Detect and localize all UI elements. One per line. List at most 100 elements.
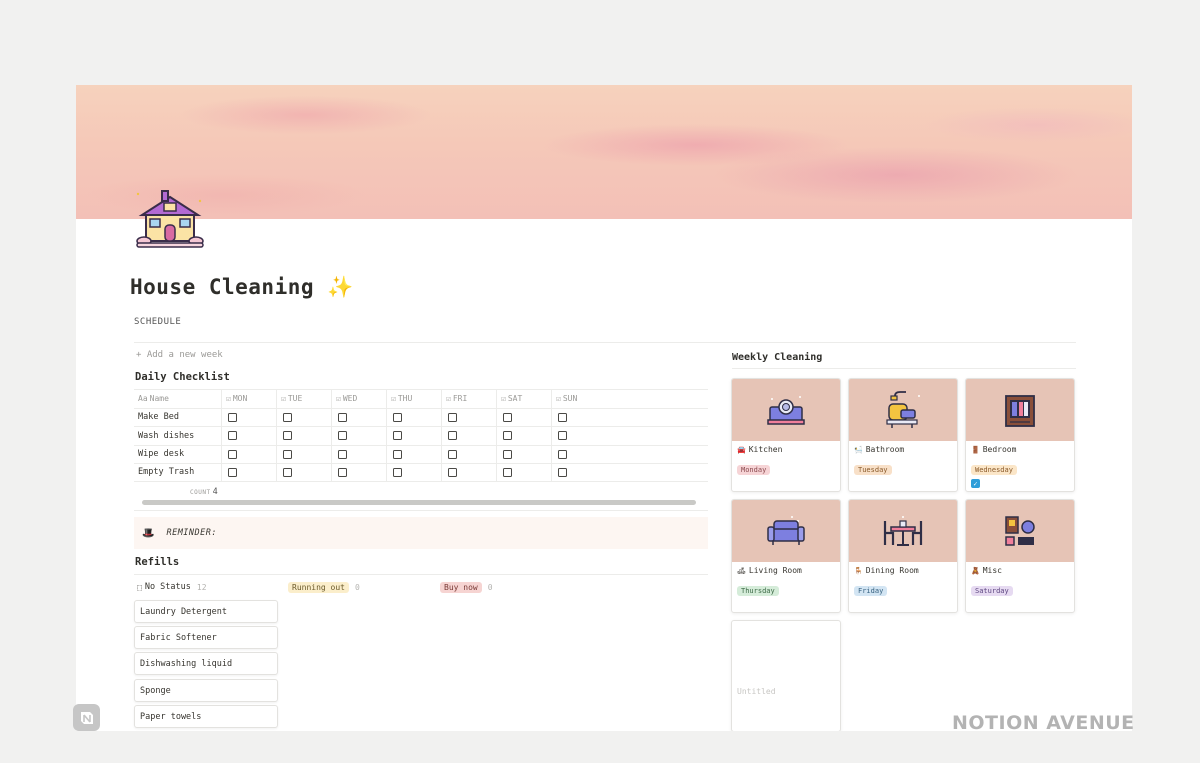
gallery-card-bedroom[interactable]: 🚪 Bedroom Wednesday ✓ (965, 378, 1075, 492)
checkbox[interactable] (283, 449, 292, 459)
column-header-sat[interactable]: ☑ SAT (497, 390, 552, 408)
checkbox-property-icon: ☑ (336, 394, 341, 404)
day-cell (277, 408, 332, 426)
group-running-out[interactable]: Running out 0 (288, 582, 360, 593)
gallery-card-bathroom[interactable]: 🛀 Bathroom Tuesday (848, 378, 958, 492)
column-header-mon[interactable]: ☑ MON (222, 390, 277, 408)
day-cell (552, 409, 607, 427)
checkbox[interactable] (338, 412, 347, 422)
column-header-sun[interactable]: ☑ SUN (552, 390, 607, 408)
gallery-card-untitled[interactable]: Untitled (731, 620, 841, 731)
checkbox[interactable] (228, 449, 237, 459)
checkbox[interactable] (283, 412, 292, 422)
checkbox[interactable] (503, 412, 512, 422)
checkbox[interactable] (558, 467, 567, 477)
card-cover (849, 500, 957, 562)
checkbox[interactable] (393, 467, 402, 477)
refill-card[interactable]: Fabric Softener (134, 626, 278, 649)
card-cover (966, 500, 1074, 562)
checkbox-property-icon: ☑ (556, 394, 561, 404)
checkbox[interactable] (448, 449, 457, 459)
checkbox[interactable] (448, 467, 457, 477)
column-header-fri[interactable]: ☑ FRI (442, 390, 497, 408)
column-header-thu[interactable]: ☑ THU (387, 390, 442, 408)
daily-checklist-table: Aa Name ☑ MON ☑ TUE ☑ WED ☑ THU ☑ FRI ☑ SAT ☑ SU… (134, 389, 708, 482)
column-header-name[interactable]: Aa Name (134, 390, 222, 408)
card-cover (849, 379, 957, 441)
horizontal-scrollbar[interactable] (142, 500, 696, 505)
row-name[interactable]: Wash dishes (134, 427, 222, 445)
group-buy-now[interactable]: Buy now 0 (440, 582, 493, 593)
checkbox[interactable] (393, 412, 402, 422)
daily-checklist-heading: Daily Checklist (135, 371, 230, 383)
table-row[interactable]: Empty Trash (134, 463, 708, 482)
schedule-tab[interactable]: SCHEDULE (134, 317, 181, 327)
day-cell (387, 464, 442, 481)
day-cell (222, 445, 277, 463)
checkbox[interactable] (393, 449, 402, 459)
refill-card[interactable]: Dishwashing liquid (134, 652, 278, 675)
checkbox[interactable] (393, 431, 402, 441)
row-name[interactable]: Wipe desk (134, 445, 222, 463)
day-cell (332, 427, 387, 445)
gallery-card-living-room[interactable]: 🛋 Living Room Thursday (731, 499, 841, 613)
checkbox[interactable] (228, 431, 237, 441)
table-row[interactable]: Wash dishes (134, 426, 708, 445)
card-cover (966, 379, 1074, 441)
divider (732, 368, 1076, 369)
day-cell (277, 445, 332, 463)
chair-icon: 🪑 (854, 566, 863, 575)
checkbox[interactable] (448, 431, 457, 441)
gallery-card-kitchen[interactable]: 🚘 Kitchen Monday (731, 378, 841, 492)
divider (134, 574, 708, 575)
cover-image[interactable] (76, 85, 1132, 219)
day-cell (332, 464, 387, 481)
checkbox[interactable] (558, 431, 567, 441)
checkbox[interactable] (338, 467, 347, 477)
refill-card[interactable]: Sponge (134, 679, 278, 702)
row-name[interactable]: Make Bed (134, 408, 222, 426)
refills-heading: Refills (135, 556, 180, 568)
dining-table-icon (883, 516, 923, 546)
group-no-status[interactable]: ⬚ No Status 12 (137, 582, 207, 592)
gallery-card-dining-room[interactable]: 🪑 Dining Room Friday (848, 499, 958, 613)
divider (134, 510, 708, 511)
checkbox[interactable] (558, 412, 567, 422)
checkbox[interactable] (228, 412, 237, 422)
table-row[interactable]: Make Bed (134, 407, 708, 427)
checkbox[interactable] (228, 467, 237, 477)
day-cell (552, 446, 607, 464)
column-header-tue[interactable]: ☑ TUE (277, 390, 332, 408)
day-cell (442, 427, 497, 445)
column-header-wed[interactable]: ☑ WED (332, 390, 387, 408)
car-icon: 🚘 (737, 445, 746, 454)
checkbox[interactable] (503, 467, 512, 477)
no-status-icon: ⬚ (137, 582, 142, 592)
day-cell (497, 445, 552, 463)
checkbox[interactable] (503, 431, 512, 441)
door-icon: 🚪 (971, 445, 980, 454)
checkbox-property-icon: ☑ (446, 394, 451, 404)
checkbox[interactable] (338, 449, 347, 459)
reminder-callout[interactable]: 🎩 REMINDER: (134, 517, 708, 549)
checkbox[interactable] (283, 431, 292, 441)
add-week-button[interactable]: + Add a new week (136, 350, 223, 360)
checkbox[interactable] (338, 431, 347, 441)
refill-card[interactable]: Paper towels (134, 705, 278, 728)
table-row[interactable]: Wipe desk (134, 444, 708, 464)
gallery-card-misc[interactable]: 🧸 Misc Saturday (965, 499, 1075, 613)
day-cell (332, 445, 387, 463)
refill-card[interactable]: Laundry Detergent (134, 600, 278, 623)
done-checkbox[interactable]: ✓ (971, 479, 980, 488)
misc-items-icon (1005, 516, 1035, 546)
house-icon[interactable] (134, 189, 206, 251)
checkbox[interactable] (558, 449, 567, 459)
checkbox[interactable] (283, 467, 292, 477)
weekly-cleaning-heading: Weekly Cleaning (732, 352, 823, 363)
row-name[interactable]: Empty Trash (134, 464, 222, 481)
page-title[interactable]: House Cleaning ✨ (130, 275, 354, 300)
day-cell (277, 427, 332, 445)
checkbox[interactable] (503, 449, 512, 459)
table-header: Aa Name ☑ MON ☑ TUE ☑ WED ☑ THU ☑ FRI ☑ SAT ☑ SU… (134, 389, 708, 408)
checkbox[interactable] (448, 412, 457, 422)
